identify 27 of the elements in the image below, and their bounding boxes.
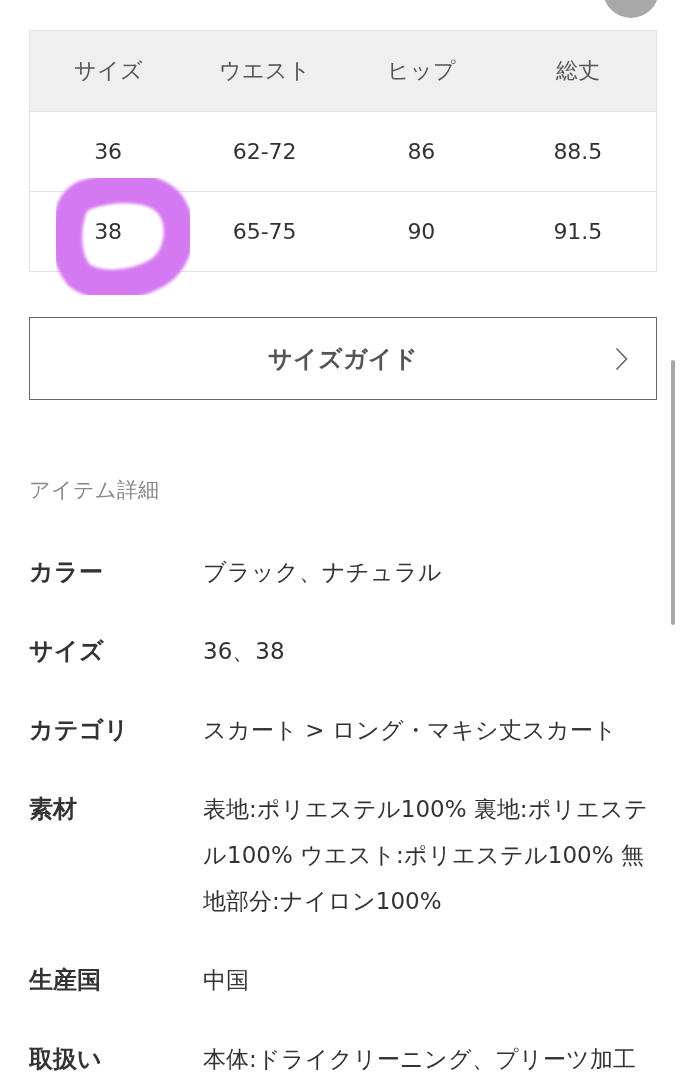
column-header: ウエスト bbox=[186, 30, 343, 112]
table-cell: 86 bbox=[407, 139, 436, 164]
table-cell: 90 bbox=[407, 219, 436, 244]
section-title: アイテム詳細 bbox=[29, 477, 160, 503]
chevron-right-icon bbox=[615, 346, 628, 371]
detail-value: 本体:ドライクリーニング、プリーツ加工 bbox=[203, 1045, 637, 1074]
detail-value: 表地:ポリエステル100% 裏地:ポリエステル100% ウエスト:ポリエステル100% 無地部分:ナイロン100% bbox=[203, 795, 649, 916]
detail-value: スカート > ロング・マキシ丈スカート bbox=[203, 716, 618, 745]
detail-value: ブラック、ナチュラル bbox=[203, 558, 443, 587]
table-cell: 88.5 bbox=[553, 139, 603, 164]
detail-label: カテゴリ bbox=[29, 715, 130, 746]
detail-label: 素材 bbox=[29, 794, 78, 825]
detail-label: 取扱い bbox=[29, 1044, 103, 1075]
column-header: 総丈 bbox=[499, 30, 657, 112]
table-cell: 38 bbox=[94, 219, 123, 244]
table-cell: 62-72 bbox=[232, 139, 297, 164]
table-cell: 36 bbox=[94, 139, 123, 164]
table-cell: 65-75 bbox=[232, 219, 297, 244]
table-cell: 91.5 bbox=[553, 219, 603, 244]
detail-value: 36、38 bbox=[203, 637, 286, 666]
column-header: サイズ bbox=[29, 30, 187, 112]
detail-value: 中国 bbox=[203, 966, 250, 995]
detail-label: 生産国 bbox=[29, 965, 102, 996]
detail-label: カラー bbox=[29, 557, 104, 588]
column-header: ヒップ bbox=[343, 30, 500, 112]
size-guide-button[interactable]: サイズガイド bbox=[29, 317, 657, 400]
detail-label: サイズ bbox=[29, 636, 105, 667]
